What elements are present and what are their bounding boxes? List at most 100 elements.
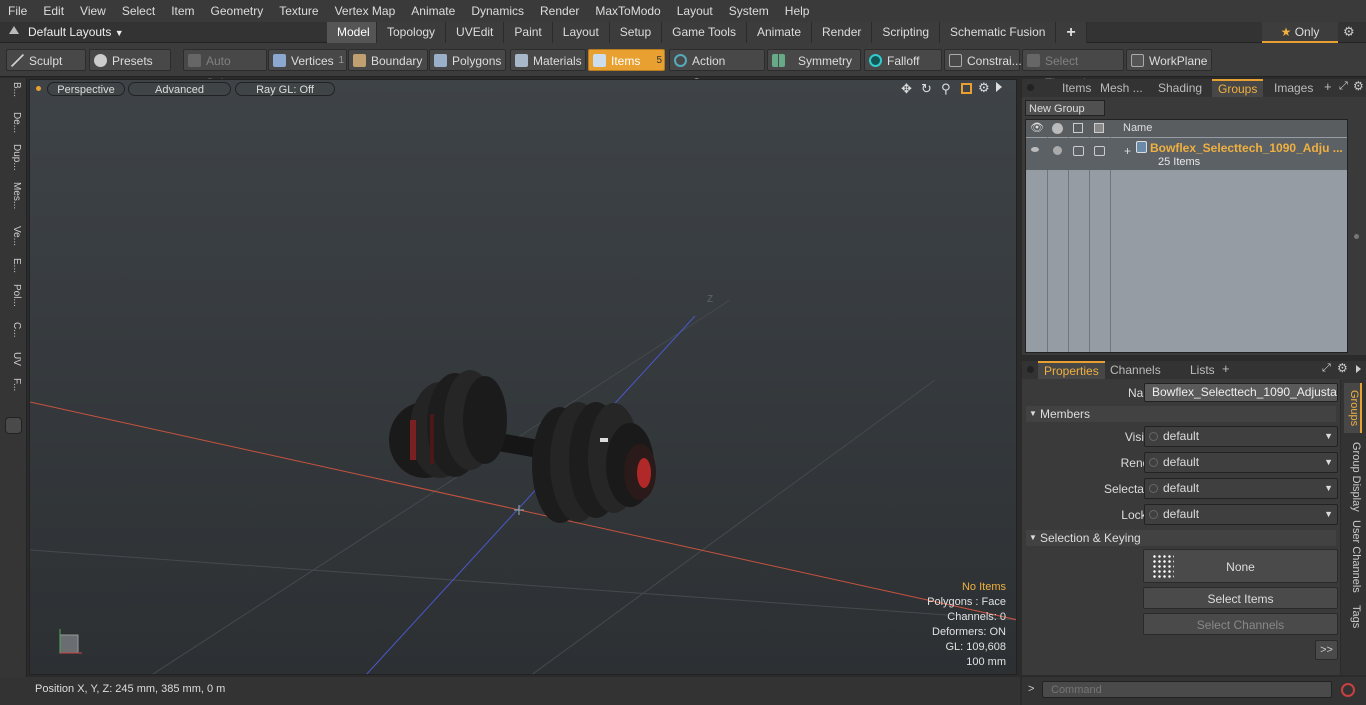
- tab-scripting[interactable]: Scripting: [872, 22, 941, 43]
- gear-icon[interactable]: ⚙: [1343, 24, 1355, 40]
- tab-game-tools[interactable]: Game Tools: [662, 22, 747, 43]
- polygons-button[interactable]: Polygons: [429, 49, 506, 71]
- left-tab-deform[interactable]: De...: [4, 112, 22, 133]
- tab-mesh[interactable]: Mesh ...: [1094, 79, 1149, 97]
- menu-file[interactable]: File: [0, 0, 35, 22]
- falloff-button[interactable]: Falloff: [864, 49, 942, 71]
- menu-dynamics[interactable]: Dynamics: [463, 0, 532, 22]
- symmetry-button[interactable]: Symmetry: [767, 49, 861, 71]
- menu-view[interactable]: View: [72, 0, 114, 22]
- left-tab-mesh-edit[interactable]: Mes...: [4, 182, 22, 209]
- add-panel-tab-icon[interactable]: +: [1324, 79, 1332, 94]
- presets-button[interactable]: Presets: [89, 49, 171, 71]
- render-select[interactable]: default ▼: [1144, 452, 1338, 473]
- row-lock-checkbox[interactable]: [1073, 146, 1084, 156]
- left-tab-uv[interactable]: UV: [4, 352, 22, 366]
- side-tab-tags[interactable]: Tags: [1344, 601, 1362, 633]
- constraints-button[interactable]: Constrai...: [944, 49, 1022, 71]
- tab-render[interactable]: Render: [812, 22, 873, 43]
- tab-animate[interactable]: Animate: [746, 22, 812, 43]
- menu-geometry[interactable]: Geometry: [203, 0, 272, 22]
- row-eye-icon[interactable]: [1031, 147, 1039, 152]
- side-tab-group-display[interactable]: Group Display: [1344, 437, 1362, 517]
- tab-layout[interactable]: Layout: [552, 22, 610, 43]
- new-group-button[interactable]: New Group: [1025, 100, 1105, 116]
- tab-shading[interactable]: Shading: [1152, 79, 1208, 97]
- tab-setup[interactable]: Setup: [609, 22, 663, 43]
- 3d-viewport[interactable]: Perspective Advanced Ray GL: Off ✥ ↻ ⚲ ⚙…: [29, 79, 1017, 675]
- tab-items[interactable]: Items: [1056, 79, 1097, 97]
- menu-layout[interactable]: Layout: [669, 0, 721, 22]
- props-arrow-icon[interactable]: [1356, 365, 1361, 373]
- props-expand-icon[interactable]: ⤢: [1322, 362, 1331, 375]
- tab-lists[interactable]: Lists: [1184, 361, 1221, 379]
- side-tab-user-channels[interactable]: User Channels: [1344, 519, 1362, 593]
- tab-model[interactable]: Model: [327, 22, 377, 43]
- left-tab-vertex[interactable]: Ve...: [4, 226, 22, 246]
- selection-keying-section[interactable]: ▼ Selection & Keying: [1026, 530, 1336, 546]
- name-field[interactable]: Bowflex_Selecttech_1090_Adjustable: [1144, 383, 1338, 402]
- menu-texture[interactable]: Texture: [271, 0, 326, 22]
- materials-button[interactable]: Materials: [510, 49, 586, 71]
- record-icon[interactable]: [1341, 683, 1355, 697]
- menu-help[interactable]: Help: [777, 0, 818, 22]
- select-items-button[interactable]: Select Items: [1143, 587, 1338, 609]
- only-button[interactable]: ★ Only: [1262, 22, 1338, 43]
- workplane-button[interactable]: WorkPlane: [1126, 49, 1212, 71]
- left-tab-curve[interactable]: C...: [4, 322, 22, 338]
- more-button[interactable]: >>: [1315, 640, 1338, 660]
- select-cube-icon[interactable]: [1094, 123, 1104, 133]
- tab-groups[interactable]: Groups: [1212, 79, 1264, 97]
- row-render-icon[interactable]: [1053, 146, 1062, 155]
- panel-menu-dot-icon[interactable]: [1027, 84, 1034, 91]
- layout-dropdown[interactable]: Default Layouts ▼: [28, 22, 124, 43]
- panel-gear-icon[interactable]: ⚙: [1353, 79, 1364, 93]
- tab-schematic-fusion[interactable]: Schematic Fusion: [940, 22, 1057, 43]
- render-icon[interactable]: [1052, 123, 1063, 134]
- tab-paint[interactable]: Paint: [504, 22, 553, 43]
- menu-render[interactable]: Render: [532, 0, 587, 22]
- tab-images[interactable]: Images: [1268, 79, 1319, 97]
- side-tab-groups[interactable]: Groups: [1344, 383, 1362, 433]
- boundary-button[interactable]: Boundary: [348, 49, 428, 71]
- group-row[interactable]: + Bowflex_Selecttech_1090_Adju ... 25 It…: [1026, 138, 1347, 170]
- items-button[interactable]: Items 5: [588, 49, 665, 71]
- members-section[interactable]: ▼ Members: [1026, 406, 1336, 422]
- add-props-tab-icon[interactable]: +: [1222, 361, 1230, 376]
- visible-select[interactable]: default ▼: [1144, 426, 1338, 447]
- props-menu-dot-icon[interactable]: [1027, 366, 1034, 373]
- left-tab-basic[interactable]: B...: [4, 82, 22, 97]
- menu-item[interactable]: Item: [163, 0, 202, 22]
- left-tab-polygon[interactable]: Pol...: [4, 284, 22, 307]
- select-through-button[interactable]: Select Through: [1022, 49, 1124, 90]
- expand-icon[interactable]: ⤢: [1339, 80, 1348, 93]
- menu-system[interactable]: System: [721, 0, 777, 22]
- props-gear-icon[interactable]: ⚙: [1337, 361, 1348, 375]
- tab-properties[interactable]: Properties: [1038, 361, 1105, 379]
- tab-channels[interactable]: Channels: [1104, 361, 1167, 379]
- lock-cube-icon[interactable]: [1073, 123, 1083, 133]
- locked-select[interactable]: default ▼: [1144, 504, 1338, 525]
- sculpt-button[interactable]: Sculpt: [6, 49, 86, 71]
- menu-select[interactable]: Select: [114, 0, 163, 22]
- auto-select-button[interactable]: Auto Select: [183, 49, 267, 90]
- layout-lock-icon[interactable]: [9, 26, 19, 34]
- selectable-select[interactable]: default ▼: [1144, 478, 1338, 499]
- tab-topology[interactable]: Topology: [377, 22, 447, 43]
- menu-vertex-map[interactable]: Vertex Map: [327, 0, 404, 22]
- tab-uvedit[interactable]: UVEdit: [446, 22, 505, 43]
- menu-edit[interactable]: Edit: [35, 0, 72, 22]
- left-strip-toggle[interactable]: [5, 417, 22, 434]
- select-channels-button[interactable]: Select Channels: [1143, 613, 1338, 635]
- groups-scrollbar[interactable]: [1351, 119, 1363, 353]
- left-tab-fusion[interactable]: F...: [4, 378, 22, 391]
- eye-icon[interactable]: 👁: [1030, 121, 1044, 134]
- menu-maxtomodo[interactable]: MaxToModo: [587, 0, 668, 22]
- command-input[interactable]: [1042, 681, 1332, 698]
- row-select-checkbox[interactable]: [1094, 146, 1105, 156]
- add-tab-button[interactable]: +: [1056, 22, 1087, 43]
- name-column-header[interactable]: Name: [1123, 122, 1152, 134]
- none-button[interactable]: None: [1143, 549, 1338, 583]
- vertices-button[interactable]: Vertices 1: [268, 49, 347, 71]
- left-tab-edge[interactable]: E...: [4, 258, 22, 273]
